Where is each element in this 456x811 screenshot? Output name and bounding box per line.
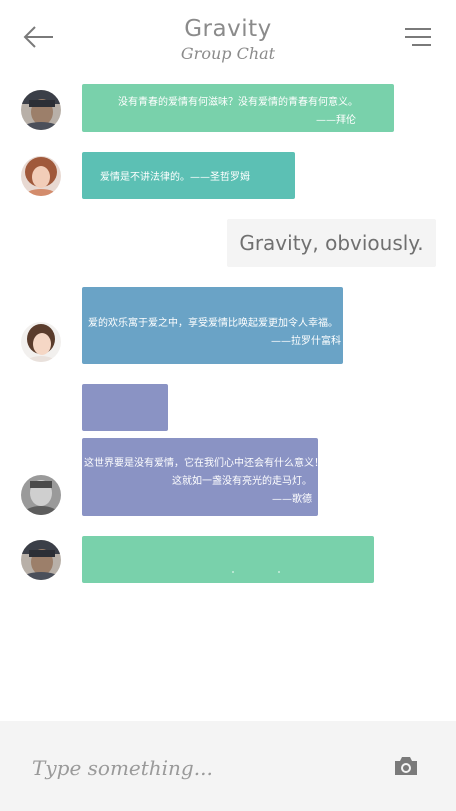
avatar-man-1[interactable] [21, 90, 61, 130]
decorative-dot [278, 571, 280, 573]
decorative-dot [232, 571, 234, 573]
message-text: 爱的欢乐寓于爱之中，享受爱情比唤起爱更加令人幸福。 [88, 318, 338, 329]
message-text: 爱情是不讲法律的。——圣哲罗姆 [100, 172, 250, 183]
page-subtitle: Group Chat [180, 44, 276, 63]
message-author: ——拉罗什富科 [271, 336, 341, 347]
chat-screen: Gravity Group Chat 没有青春的爱情有何滋味？没有爱情的青春有何… [0, 0, 456, 811]
man-avatar-image [21, 90, 61, 130]
woman-avatar-image [21, 322, 61, 362]
message-text: 这就如一盏没有亮光的走马灯。 [172, 476, 312, 487]
message-author: ——歌德 [272, 494, 312, 505]
message-text: 没有青春的爱情有何滋味？没有爱情的青春有何意义。 [118, 97, 358, 108]
message-bubble-6[interactable]: 这世界要是没有爱情，它在我们心中还会有什么意义！ 这就如一盏没有亮光的走马灯。 … [82, 438, 324, 516]
message-bubble-4[interactable]: 爱的欢乐寓于爱之中，享受爱情比唤起爱更加令人幸福。 ——拉罗什富科 [82, 287, 343, 364]
page-title: Gravity [184, 16, 272, 42]
message-text: Gravity, obviously. [239, 231, 424, 255]
avatar-woman-1[interactable] [21, 156, 61, 196]
menu-button[interactable] [404, 26, 432, 48]
message-bubble-5[interactable] [82, 384, 168, 431]
man-avatar-image [21, 540, 61, 580]
avatar-man-2[interactable] [21, 475, 61, 515]
message-bubble-7[interactable] [82, 536, 374, 583]
hamburger-menu-icon [405, 28, 431, 46]
woman-avatar-image [21, 156, 61, 196]
camera-button[interactable] [393, 755, 419, 777]
message-bubble-1[interactable]: 没有青春的爱情有何滋味？没有爱情的青春有何意义。 ——拜伦 [82, 84, 394, 132]
message-author: ——拜伦 [316, 115, 356, 126]
message-bubble-2[interactable]: 爱情是不讲法律的。——圣哲罗姆 [82, 152, 295, 199]
header: Gravity Group Chat [0, 0, 456, 72]
avatar-woman-2[interactable] [21, 322, 61, 362]
man-avatar-image [21, 475, 61, 515]
camera-icon [395, 757, 417, 775]
avatar-man-1[interactable] [21, 540, 61, 580]
message-text: 这世界要是没有爱情，它在我们心中还会有什么意义！ [84, 458, 324, 469]
input-bar [0, 721, 456, 811]
message-input[interactable] [30, 747, 364, 789]
message-bubble-self[interactable]: Gravity, obviously. [227, 219, 436, 267]
